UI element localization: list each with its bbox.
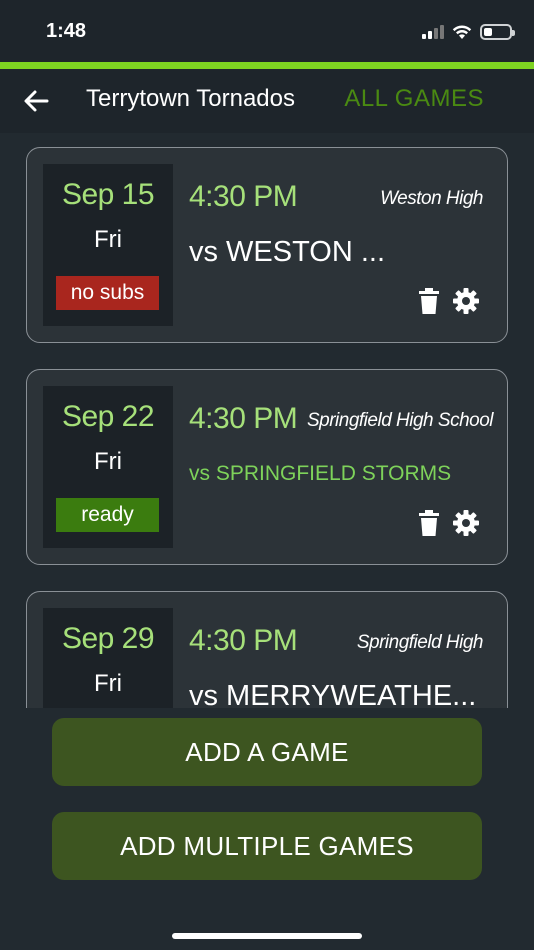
game-date: Sep 29 <box>61 622 155 655</box>
game-card[interactable]: Sep 15 Fri no subs 4:30 PM Weston High v… <box>26 147 508 343</box>
game-opponent: vs WESTON ... <box>189 236 386 268</box>
date-box: Sep 22 Fri ready <box>43 386 173 548</box>
trash-icon[interactable] <box>419 510 439 536</box>
add-multiple-games-button[interactable]: ADD MULTIPLE GAMES <box>52 812 482 880</box>
game-time: 4:30 PM <box>189 180 298 213</box>
game-date: Sep 15 <box>61 178 155 211</box>
date-box: Sep 15 Fri no subs <box>43 164 173 326</box>
game-location: Springfield High <box>356 632 484 653</box>
status-icons <box>422 22 515 42</box>
game-card[interactable]: Sep 22 Fri ready 4:30 PM Springfield Hig… <box>26 369 508 565</box>
home-indicator[interactable] <box>172 933 362 939</box>
game-opponent: vs MERRYWEATHE... <box>189 680 477 708</box>
game-date: Sep 22 <box>61 400 155 433</box>
app-header: Terrytown Tornados ALL GAMES <box>0 69 534 133</box>
gear-icon[interactable] <box>453 510 479 536</box>
status-badge: ready <box>56 498 159 532</box>
games-list[interactable]: Sep 15 Fri no subs 4:30 PM Weston High v… <box>0 133 534 708</box>
game-day: Fri <box>94 670 122 697</box>
game-time: 4:30 PM <box>189 402 298 435</box>
battery-icon <box>480 24 515 40</box>
accent-line <box>0 62 534 69</box>
game-day: Fri <box>94 448 122 475</box>
page-title: Terrytown Tornados <box>86 85 295 112</box>
game-time: 4:30 PM <box>189 624 298 657</box>
gear-icon[interactable] <box>453 288 479 314</box>
all-games-button[interactable]: ALL GAMES <box>344 85 484 113</box>
game-day: Fri <box>94 226 122 253</box>
status-bar: 1:48 <box>0 0 534 62</box>
date-box: Sep 29 Fri <box>43 608 173 708</box>
game-opponent: vs SPRINGFIELD STORMS <box>189 462 452 485</box>
status-time: 1:48 <box>46 20 87 42</box>
game-location: Springfield High School <box>306 410 494 431</box>
arrow-left-icon[interactable] <box>22 87 50 115</box>
signal-icon <box>422 25 444 39</box>
trash-icon[interactable] <box>419 288 439 314</box>
game-location: Weston High <box>380 188 483 209</box>
status-badge: no subs <box>56 276 159 310</box>
add-game-button[interactable]: ADD A GAME <box>52 718 482 786</box>
wifi-icon <box>452 25 472 39</box>
game-card[interactable]: Sep 29 Fri 4:30 PM Springfield High vs M… <box>26 591 508 708</box>
